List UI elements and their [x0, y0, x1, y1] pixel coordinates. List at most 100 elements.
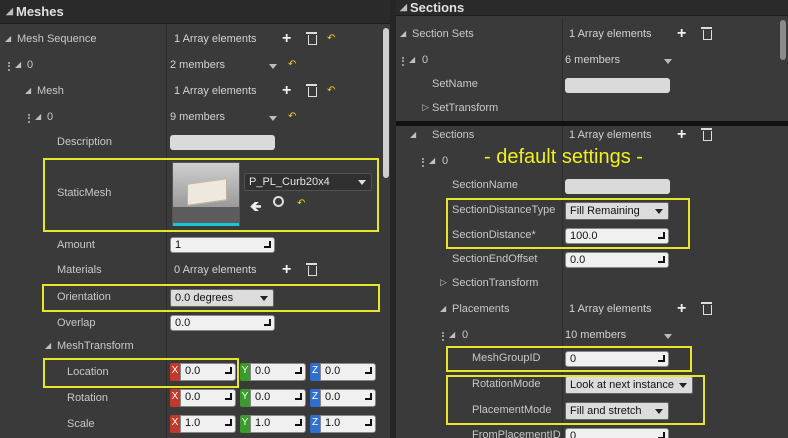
add-element-icon[interactable]: + [677, 26, 686, 42]
collapse-arrow-icon[interactable]: ◢ [35, 112, 41, 121]
y-axis-badge: Y [240, 363, 250, 381]
collapse-arrow-icon[interactable]: ◢ [400, 2, 407, 13]
trash-icon[interactable] [701, 302, 712, 315]
reset-icon[interactable]: ↶ [288, 59, 296, 70]
trash-icon[interactable] [306, 263, 317, 276]
resize-corner-icon [264, 241, 271, 248]
overlap-input[interactable]: 0.0 [170, 315, 275, 331]
add-element-icon[interactable]: + [677, 127, 686, 143]
collapse-arrow-icon[interactable]: ◢ [449, 330, 455, 339]
rotation-x-input[interactable]: 0.0 [180, 389, 236, 407]
resize-corner-icon [658, 256, 665, 263]
section-transform-label: SectionTransform [452, 277, 539, 289]
row-section-transform: ▷ SectionTransform [396, 271, 788, 297]
trash-icon[interactable] [306, 84, 317, 97]
row-mesh: ◢ Mesh 1 Array elements + ↶ [0, 79, 390, 105]
row-set-name: SetName [396, 72, 788, 98]
members-count: 2 members [170, 59, 226, 71]
description-input[interactable] [170, 135, 275, 150]
scale-x-input[interactable]: 1.0 [180, 415, 236, 433]
description-label: Description [57, 136, 113, 148]
reset-icon[interactable]: ↶ [327, 85, 335, 96]
resize-corner-icon [295, 393, 302, 400]
collapse-arrow-icon[interactable]: ◢ [25, 86, 31, 95]
from-placement-id-input[interactable]: 0 [565, 428, 669, 438]
meshes-title: Meshes [16, 4, 64, 19]
highlight-section-distance [446, 198, 690, 249]
collapse-arrow-icon[interactable]: ◢ [400, 29, 406, 38]
mesh-sequence-count: 1 Array elements [174, 33, 257, 45]
members-count: 9 members [170, 111, 226, 123]
section-sets-label: Section Sets [412, 28, 474, 40]
collapse-arrow-icon[interactable]: ◢ [410, 130, 416, 139]
collapse-arrow-icon[interactable]: ◢ [409, 55, 415, 64]
sections-label: Sections [432, 129, 475, 141]
dropdown-arrow-icon[interactable] [269, 116, 277, 121]
collapse-arrow-icon[interactable]: ◢ [6, 6, 13, 17]
collapse-arrow-icon[interactable]: ◢ [429, 156, 435, 165]
resize-corner-icon [365, 419, 372, 426]
scale-y-value: 1.0 [255, 417, 271, 429]
collapse-arrow-icon[interactable]: ◢ [440, 304, 446, 313]
materials-count: 0 Array elements [174, 264, 257, 276]
mesh-label: Mesh [37, 85, 64, 97]
highlight-mesh-group-id [446, 346, 692, 372]
resize-corner-icon [365, 367, 372, 374]
set-transform-label: SetTransform [432, 102, 499, 114]
drag-handle-icon[interactable] [442, 332, 446, 341]
z-axis-badge: Z [310, 363, 320, 381]
y-axis-badge: Y [240, 389, 250, 407]
resize-corner-icon [658, 432, 665, 438]
sections-header[interactable]: ◢ Sections [396, 0, 788, 16]
dropdown-arrow-icon[interactable] [269, 64, 277, 69]
add-element-icon[interactable]: + [282, 262, 291, 278]
x-axis-badge: X [170, 415, 180, 433]
trash-icon[interactable] [701, 27, 712, 40]
overlap-value: 0.0 [175, 317, 191, 329]
rotation-z-input[interactable]: 0.0 [320, 389, 376, 407]
reset-icon[interactable]: ↶ [327, 33, 335, 44]
resize-corner-icon [295, 367, 302, 374]
set-name-label: SetName [432, 78, 478, 90]
index-label: 0 [422, 54, 429, 66]
add-element-icon[interactable]: + [677, 301, 686, 317]
location-z-input[interactable]: 0.0 [320, 363, 376, 381]
scale-z-input[interactable]: 1.0 [320, 415, 376, 433]
section-name-input[interactable] [565, 179, 670, 194]
section-end-offset-value: 0.0 [570, 254, 586, 266]
scale-y-input[interactable]: 1.0 [250, 415, 306, 433]
set-name-input[interactable] [565, 78, 670, 93]
placements-label: Placements [452, 303, 510, 315]
dropdown-arrow-icon[interactable] [664, 334, 672, 339]
section-end-offset-input[interactable]: 0.0 [565, 252, 669, 268]
index-label: 0 [47, 111, 54, 123]
sections-count: 1 Array elements [569, 129, 652, 141]
materials-label: Materials [57, 264, 102, 276]
meshes-header[interactable]: ◢ Meshes [0, 0, 390, 24]
collapse-arrow-icon[interactable]: ◢ [45, 341, 51, 350]
add-element-icon[interactable]: + [282, 83, 291, 99]
trash-icon[interactable] [701, 128, 712, 141]
row-section-name: SectionName [396, 173, 788, 199]
drag-handle-icon[interactable] [402, 57, 406, 66]
row-section-0: ◢ 0 - default settings - [396, 146, 788, 175]
drag-handle-icon[interactable] [28, 114, 32, 123]
collapse-arrow-icon[interactable]: ◢ [15, 60, 21, 69]
dropdown-arrow-icon[interactable] [664, 59, 672, 64]
rotation-y-input[interactable]: 0.0 [250, 389, 306, 407]
drag-handle-icon[interactable] [422, 158, 426, 167]
add-element-icon[interactable]: + [282, 31, 291, 47]
expand-arrow-icon[interactable]: ▷ [422, 102, 429, 113]
reset-icon[interactable]: ↶ [288, 111, 296, 122]
amount-input[interactable]: 1 [170, 237, 275, 253]
from-placement-id-label: FromPlacementID [472, 429, 561, 438]
location-y-input[interactable]: 0.0 [250, 363, 306, 381]
drag-handle-icon[interactable] [8, 62, 12, 71]
trash-icon[interactable] [306, 32, 317, 45]
resize-corner-icon [264, 319, 271, 326]
resize-corner-icon [225, 393, 232, 400]
expand-arrow-icon[interactable]: ▷ [440, 277, 447, 288]
x-axis-badge: X [170, 389, 180, 407]
collapse-arrow-icon[interactable]: ◢ [5, 34, 11, 43]
placements-count: 1 Array elements [569, 303, 652, 315]
